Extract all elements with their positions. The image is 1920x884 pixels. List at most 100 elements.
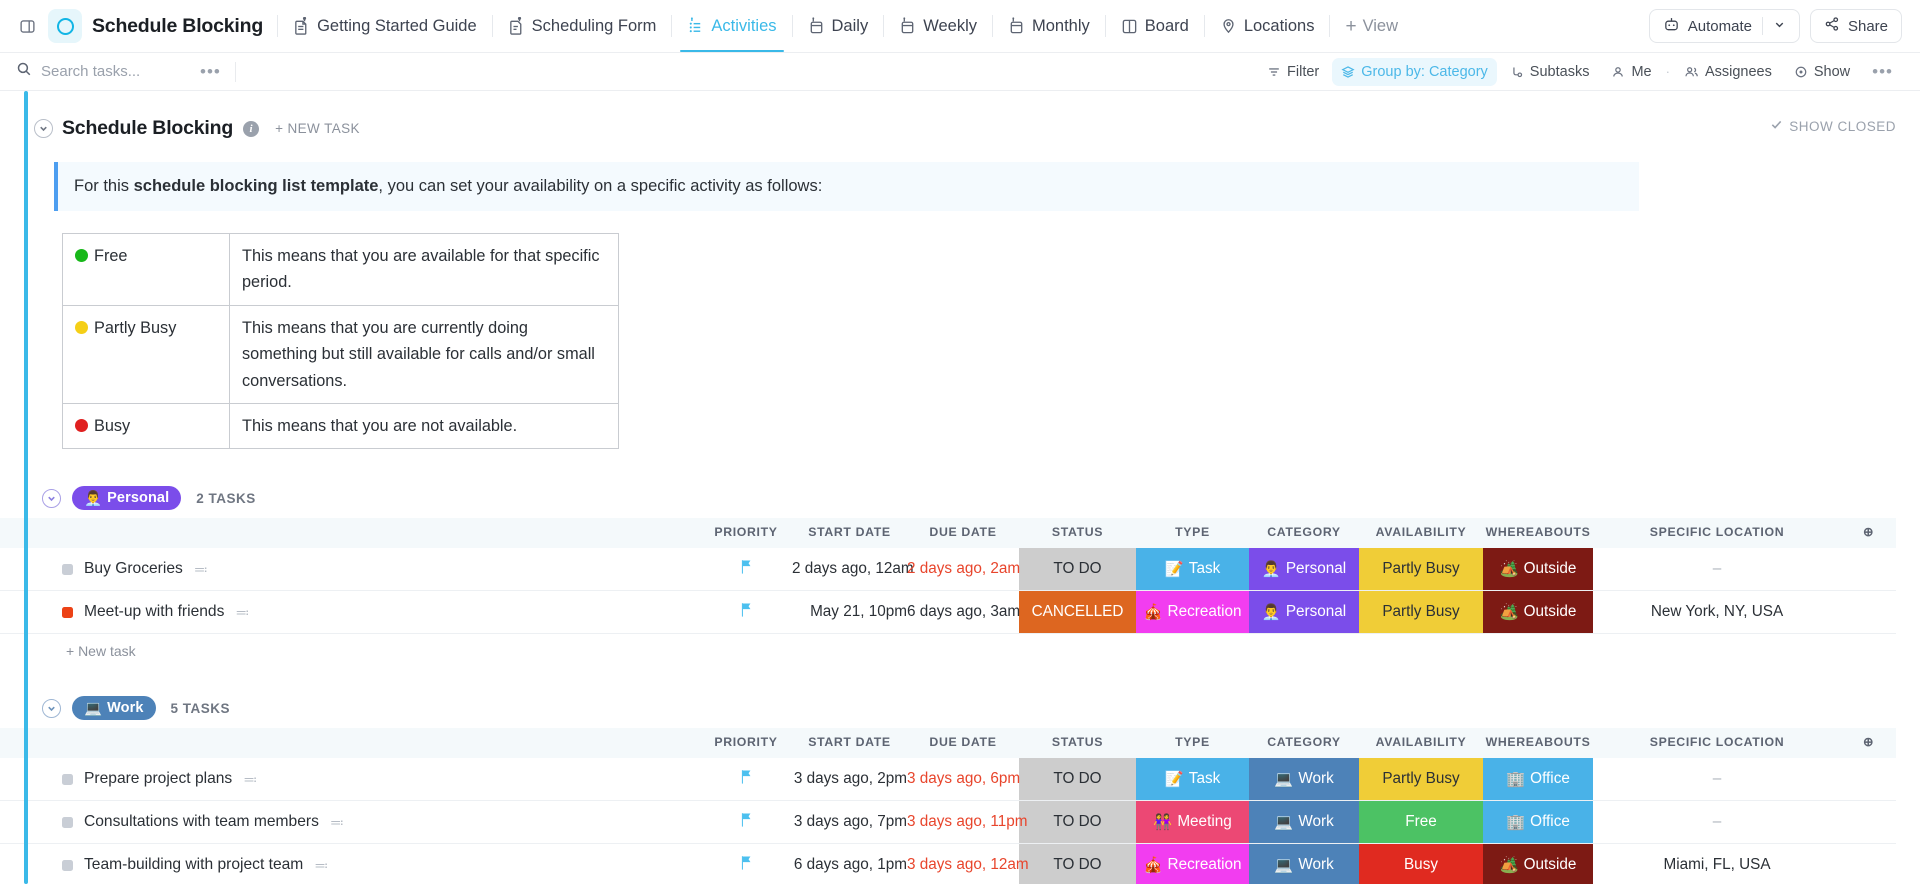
category-cell[interactable]: 👨‍💼Personal <box>1249 548 1359 591</box>
type-cell[interactable]: 📝Task <box>1136 758 1249 801</box>
status-square-icon[interactable] <box>62 817 73 828</box>
add-column-icon[interactable]: ⊕ <box>1841 518 1896 548</box>
whereabouts-cell[interactable]: 🏕️Outside <box>1483 591 1593 634</box>
search-more-icon[interactable]: ••• <box>200 63 221 80</box>
show-closed-button[interactable]: SHOW CLOSED <box>1770 118 1896 134</box>
start-date-cell[interactable]: 6 days ago, 1pm <box>792 844 907 884</box>
column-header-availability[interactable]: AVAILABILITY <box>1359 518 1483 548</box>
subtasks-button[interactable]: Subtasks <box>1501 58 1599 86</box>
table-row[interactable]: Team-building with project team≕ 6 days a… <box>0 844 1896 884</box>
view-tab-getting-started-guide[interactable]: Getting Started Guide <box>278 0 492 52</box>
whereabouts-cell[interactable]: 🏢Office <box>1483 801 1593 844</box>
start-date-cell[interactable]: 3 days ago, 2pm <box>792 758 907 801</box>
show-button[interactable]: Show <box>1785 58 1859 86</box>
column-header-category[interactable]: CATEGORY <box>1249 518 1359 548</box>
group-chip-personal[interactable]: 👨‍💼Personal <box>72 486 181 510</box>
collapse-section-caret-icon[interactable] <box>34 119 53 138</box>
subtask-lines-icon[interactable]: ≕ <box>314 857 327 874</box>
status-cell[interactable]: TO DO <box>1019 801 1136 844</box>
availability-cell[interactable]: Busy <box>1359 844 1483 884</box>
filter-button[interactable]: Filter <box>1258 58 1328 86</box>
table-row[interactable]: Consultations with team members≕ 3 days a… <box>0 801 1896 844</box>
whereabouts-cell[interactable]: 🏢Office <box>1483 758 1593 801</box>
start-date-cell[interactable]: 2 days ago, 12am <box>792 548 907 591</box>
status-cell[interactable]: TO DO <box>1019 758 1136 801</box>
subtask-lines-icon[interactable]: ≕ <box>194 561 207 578</box>
column-header-specific-location[interactable]: SPECIFIC LOCATION <box>1593 518 1841 548</box>
column-header-status[interactable]: STATUS <box>1019 518 1136 548</box>
group-by-button[interactable]: Group by: Category <box>1332 58 1497 86</box>
column-header-due-date[interactable]: DUE DATE <box>907 518 1019 548</box>
specific-location-cell[interactable]: – <box>1593 758 1841 801</box>
due-date-cell[interactable]: 3 days ago, 6pm <box>907 758 1019 801</box>
group-chip-work[interactable]: 💻Work <box>72 696 156 720</box>
category-cell[interactable]: 💻Work <box>1249 844 1359 884</box>
whereabouts-cell[interactable]: 🏕️Outside <box>1483 548 1593 591</box>
info-icon[interactable]: i <box>243 121 259 137</box>
status-square-icon[interactable] <box>62 774 73 785</box>
availability-cell[interactable]: Partly Busy <box>1359 591 1483 634</box>
search-input[interactable] <box>41 63 191 80</box>
column-header-priority[interactable]: PRIORITY <box>700 518 792 548</box>
space-avatar[interactable] <box>48 9 82 43</box>
column-header-type[interactable]: TYPE <box>1136 518 1249 548</box>
category-cell[interactable]: 💻Work <box>1249 758 1359 801</box>
sidebar-toggle-icon[interactable] <box>12 11 42 41</box>
task-name-cell[interactable]: Team-building with project team≕ <box>0 844 700 884</box>
view-tab-locations[interactable]: Locations <box>1205 0 1330 52</box>
column-header-priority[interactable]: PRIORITY <box>700 728 792 758</box>
view-tab-scheduling-form[interactable]: Scheduling Form <box>493 0 672 52</box>
specific-location-cell[interactable]: New York, NY, USA <box>1593 591 1841 634</box>
due-date-cell[interactable]: 6 days ago, 3am <box>907 591 1019 634</box>
task-name-cell[interactable]: Consultations with team members≕ <box>0 801 700 844</box>
status-cell[interactable]: CANCELLED <box>1019 591 1136 634</box>
assignees-button[interactable]: Assignees <box>1675 58 1781 86</box>
category-cell[interactable]: 💻Work <box>1249 801 1359 844</box>
task-name-cell[interactable]: Meet-up with friends≕ <box>0 591 700 634</box>
type-cell[interactable]: 🎪Recreation <box>1136 844 1249 884</box>
table-row[interactable]: Prepare project plans≕3 days ago, 2pm3 d… <box>0 758 1896 801</box>
column-header-name[interactable] <box>0 728 700 758</box>
specific-location-cell[interactable]: – <box>1593 548 1841 591</box>
column-header-start-date[interactable]: START DATE <box>792 518 907 548</box>
priority-cell[interactable] <box>700 758 792 801</box>
column-header-status[interactable]: STATUS <box>1019 728 1136 758</box>
column-header-whereabouts[interactable]: WHEREABOUTS <box>1483 728 1593 758</box>
due-date-cell[interactable]: 3 days ago, 12am <box>907 844 1019 884</box>
collapse-group-caret-icon[interactable] <box>42 489 61 508</box>
subtask-lines-icon[interactable]: ≕ <box>330 814 343 831</box>
collapse-group-caret-icon[interactable] <box>42 699 61 718</box>
subtask-lines-icon[interactable]: ≕ <box>243 771 256 788</box>
specific-location-cell[interactable]: – <box>1593 801 1841 844</box>
automate-button[interactable]: Automate <box>1649 9 1800 43</box>
status-square-icon[interactable] <box>62 860 73 871</box>
column-header-specific-location[interactable]: SPECIFIC LOCATION <box>1593 728 1841 758</box>
me-button[interactable]: Me <box>1602 58 1660 86</box>
priority-cell[interactable] <box>700 591 792 634</box>
priority-cell[interactable] <box>700 801 792 844</box>
status-square-icon[interactable] <box>62 607 73 618</box>
column-header-due-date[interactable]: DUE DATE <box>907 728 1019 758</box>
due-date-cell[interactable]: 3 days ago, 11pm <box>907 801 1019 844</box>
availability-cell[interactable]: Free <box>1359 801 1483 844</box>
column-header-name[interactable] <box>0 518 700 548</box>
view-tab-monthly[interactable]: Monthly <box>993 0 1105 52</box>
type-cell[interactable]: 👭Meeting <box>1136 801 1249 844</box>
type-cell[interactable]: 📝Task <box>1136 548 1249 591</box>
column-header-whereabouts[interactable]: WHEREABOUTS <box>1483 518 1593 548</box>
subtask-lines-icon[interactable]: ≕ <box>235 604 248 621</box>
task-name-cell[interactable]: Buy Groceries≕ <box>0 548 700 591</box>
status-cell[interactable]: TO DO <box>1019 548 1136 591</box>
view-tab-weekly[interactable]: Weekly <box>884 0 992 52</box>
availability-cell[interactable]: Partly Busy <box>1359 758 1483 801</box>
column-header-category[interactable]: CATEGORY <box>1249 728 1359 758</box>
new-task-row[interactable]: + New task <box>0 634 1920 659</box>
column-header-availability[interactable]: AVAILABILITY <box>1359 728 1483 758</box>
new-task-button[interactable]: + NEW TASK <box>275 121 360 136</box>
start-date-cell[interactable]: May 21, 10pm <box>792 591 907 634</box>
chevron-down-icon[interactable] <box>1773 18 1786 35</box>
add-column-icon[interactable]: ⊕ <box>1841 728 1896 758</box>
due-date-cell[interactable]: 2 days ago, 2am <box>907 548 1019 591</box>
priority-cell[interactable] <box>700 548 792 591</box>
category-cell[interactable]: 👨‍💼Personal <box>1249 591 1359 634</box>
